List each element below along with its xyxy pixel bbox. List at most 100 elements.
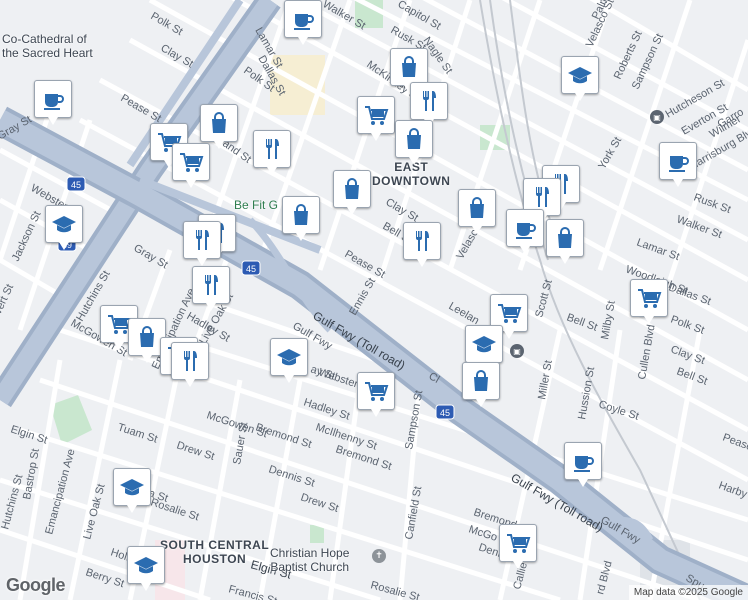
area-label-south-central-houston: SOUTH CENTRAL HOUSTON xyxy=(160,538,270,566)
street-label-pease-e: Pease xyxy=(721,432,748,454)
marker-cafe[interactable] xyxy=(284,0,322,45)
freeway-i45 xyxy=(0,106,748,600)
coffee-cup-icon xyxy=(294,14,314,30)
marker-restaurant[interactable] xyxy=(171,342,209,387)
marker-shopping[interactable] xyxy=(390,48,428,93)
google-logo: Google xyxy=(6,575,66,595)
park-area xyxy=(50,395,92,445)
fork-knife-icon xyxy=(536,187,549,207)
shopping-cart-icon xyxy=(638,289,662,308)
marker-shopping[interactable] xyxy=(333,170,371,215)
shopping-bag-icon xyxy=(345,178,359,199)
shopping-bag-icon xyxy=(558,227,572,248)
coffee-cup-icon xyxy=(44,94,64,110)
coffee-cup-icon xyxy=(574,456,594,472)
shopping-bag-icon xyxy=(402,56,416,77)
marker-cafe[interactable] xyxy=(659,142,697,187)
shopping-bag-icon xyxy=(470,197,484,218)
poi-label-be-fit[interactable]: Be Fit G xyxy=(234,198,278,212)
fork-knife-icon xyxy=(205,275,218,295)
marker-cafe[interactable] xyxy=(506,209,544,254)
marker-shopping[interactable] xyxy=(395,120,433,165)
marker-grocery[interactable] xyxy=(630,279,668,324)
street-label-francis: Francis St xyxy=(227,583,278,600)
marker-school[interactable] xyxy=(270,338,308,383)
marker-grocery[interactable] xyxy=(357,96,395,141)
street-label-polk-e: Polk St xyxy=(669,314,706,337)
street-label-gray-2: Gray St xyxy=(132,242,170,271)
street-label-scott: Scott St xyxy=(533,278,555,318)
shield-i45-1: 45 xyxy=(241,260,261,276)
marker-school[interactable] xyxy=(561,56,599,101)
marker-cafe[interactable] xyxy=(564,442,602,487)
street-label-cullen: Cullen Blvd xyxy=(636,324,657,381)
marker-shopping[interactable] xyxy=(282,196,320,241)
shopping-bag-icon xyxy=(294,204,308,225)
graduation-cap-icon xyxy=(277,349,301,366)
shield-i45-3: 45 xyxy=(435,404,455,420)
street-label-elgin: Elgin St xyxy=(9,423,49,446)
street-label-hussion: Hussion St xyxy=(576,366,597,420)
svg-text:45: 45 xyxy=(440,408,450,418)
street-label-vert: vert St xyxy=(0,282,16,316)
shopping-cart-icon xyxy=(365,106,389,125)
shield-i45-2: 45 xyxy=(66,176,86,192)
fork-knife-icon xyxy=(196,230,209,250)
marker-shopping[interactable] xyxy=(546,219,584,264)
marker-shopping[interactable] xyxy=(462,362,500,407)
marker-school[interactable] xyxy=(127,546,165,591)
street-label-milby: Milby St xyxy=(599,300,618,341)
map-attribution[interactable]: Map data ©2025 Google xyxy=(628,585,748,600)
fork-knife-icon xyxy=(423,91,436,111)
shopping-bag-icon xyxy=(407,128,421,149)
shopping-bag-icon xyxy=(212,112,226,133)
graduation-cap-icon xyxy=(568,67,592,84)
marker-restaurant[interactable] xyxy=(253,130,291,175)
street-label-drew-2: Drew St xyxy=(175,439,216,463)
poi-label-cathedral[interactable]: Co-Cathedral of the Sacred Heart xyxy=(2,32,93,60)
graduation-cap-icon xyxy=(472,336,496,353)
street-label-rosalie: Rosalie St xyxy=(149,496,200,523)
street-label-mcgowen-se: McGo xyxy=(467,523,499,543)
street-label-tuam: Tuam St xyxy=(116,421,159,445)
shopping-cart-icon xyxy=(365,382,389,401)
marker-grocery[interactable] xyxy=(357,372,395,417)
marker-shopping[interactable] xyxy=(458,189,496,234)
transit-pin-icon[interactable]: ▣ xyxy=(650,110,664,124)
street-label-ennis: Ennis St xyxy=(347,276,378,317)
poi-label-christian-hope[interactable]: Christian Hope Baptist Church xyxy=(270,546,349,574)
street-label-harby: Harby xyxy=(717,480,748,501)
graduation-cap-icon xyxy=(52,216,76,233)
marker-school[interactable] xyxy=(113,468,151,513)
fork-knife-icon xyxy=(266,139,279,159)
marker-restaurant[interactable] xyxy=(403,222,441,267)
street-label-coyle: Coyle St xyxy=(597,398,640,422)
marker-restaurant[interactable] xyxy=(192,266,230,311)
street-label-sampson: Sampson St xyxy=(403,389,425,450)
marker-restaurant[interactable] xyxy=(410,82,448,127)
transit-pin-icon-2[interactable]: ▣ xyxy=(510,344,524,358)
svg-text:45: 45 xyxy=(246,264,256,274)
fork-knife-icon xyxy=(416,231,429,251)
shopping-bag-icon xyxy=(140,326,154,347)
street-label-bell-e: Bell St xyxy=(565,312,599,334)
marker-restaurant[interactable] xyxy=(183,221,221,266)
marker-cafe[interactable] xyxy=(34,80,72,125)
street-label-emancipation-2: Emancipation Ave xyxy=(43,448,77,536)
marker-grocery[interactable] xyxy=(499,524,537,569)
svg-text:45: 45 xyxy=(71,180,81,190)
map-canvas[interactable]: Polk St Clay St Pease St Gray St Webster… xyxy=(0,0,748,600)
shopping-cart-icon xyxy=(180,153,204,172)
shopping-cart-icon xyxy=(498,304,522,323)
marker-school[interactable] xyxy=(45,205,83,250)
church-pin-icon[interactable]: ✝ xyxy=(372,549,386,563)
marker-school[interactable] xyxy=(465,325,503,370)
graduation-cap-icon xyxy=(134,557,158,574)
marker-shopping[interactable] xyxy=(200,104,238,149)
park-area xyxy=(310,525,324,543)
fork-knife-icon xyxy=(184,351,197,371)
shopping-bag-icon xyxy=(474,370,488,391)
marker-grocery[interactable] xyxy=(172,143,210,188)
coffee-cup-icon xyxy=(669,156,689,172)
coffee-cup-icon xyxy=(516,223,536,239)
